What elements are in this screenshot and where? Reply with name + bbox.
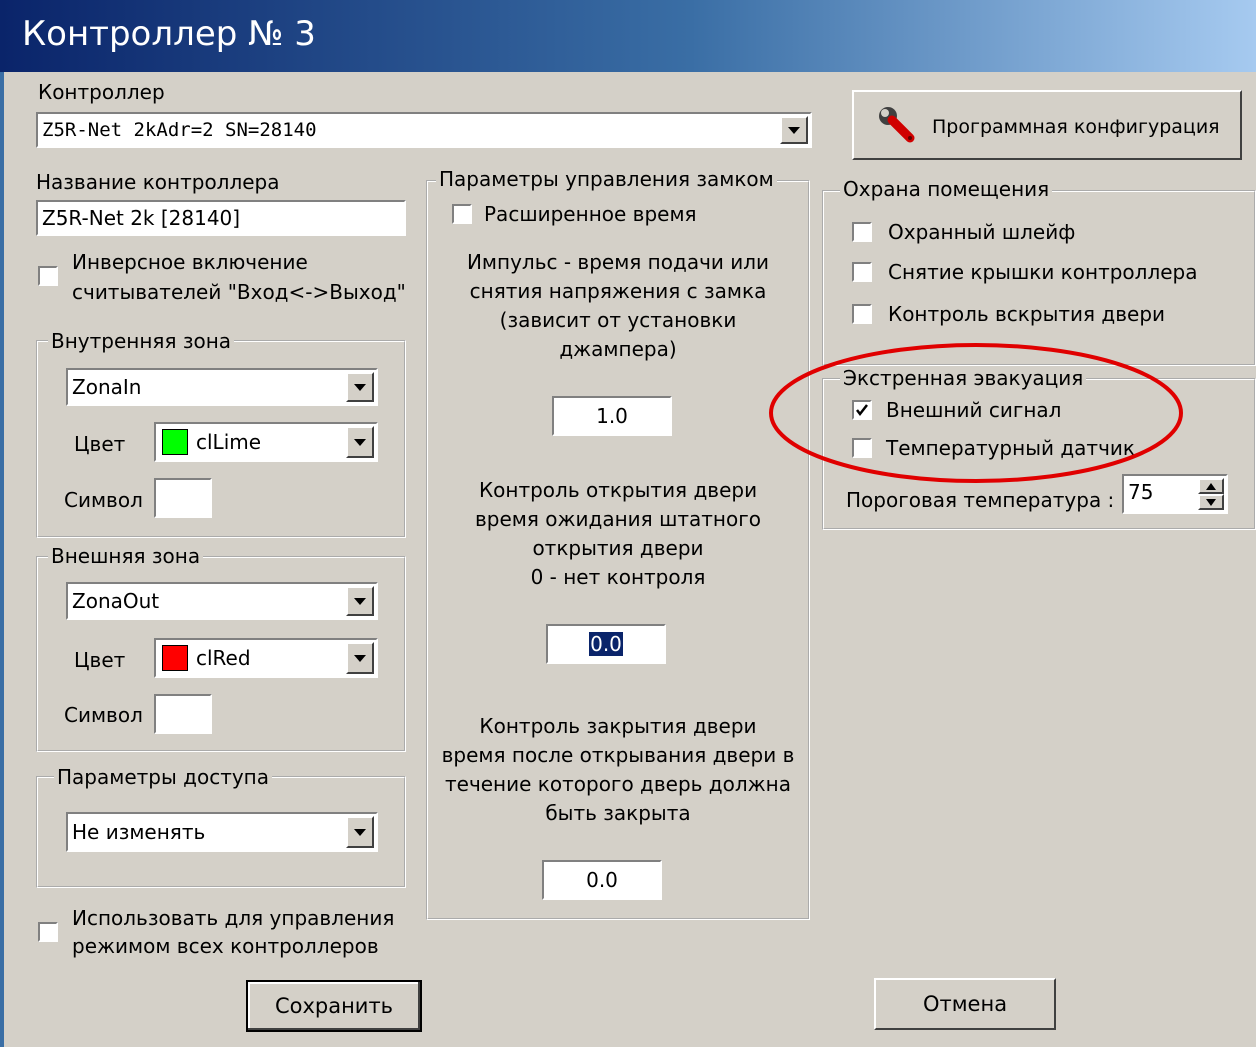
text-line: время после открывания двери в — [441, 743, 795, 767]
inner-color-select[interactable]: clLime — [154, 422, 378, 462]
spinner-buttons[interactable] — [1198, 478, 1224, 510]
inner-zone-value: ZonaIn — [72, 375, 142, 399]
annotation-ellipse — [769, 343, 1183, 483]
chevron-down-icon[interactable] — [346, 586, 374, 616]
text-line: (зависит от установки — [499, 308, 737, 332]
cancel-button-label: Отмена — [922, 992, 1008, 1016]
threshold-label: Пороговая температура : — [846, 488, 1115, 512]
open-control-input[interactable]: 0.0 — [546, 624, 666, 664]
chevron-down-icon[interactable] — [346, 816, 374, 848]
spinner-down-button[interactable] — [1198, 494, 1224, 510]
text-line: течение которого дверь должна — [444, 772, 791, 796]
controller-name-label: Название контроллера — [36, 170, 280, 194]
arrow-up-icon — [1206, 483, 1216, 490]
arrow-down-icon — [1206, 499, 1216, 506]
outer-zone-select[interactable]: ZonaOut — [66, 582, 378, 620]
extended-time-label: Расширенное время — [484, 202, 697, 226]
outer-zone-title: Внешняя зона — [48, 544, 204, 568]
controller-label: Контроллер — [38, 80, 165, 104]
inner-color-value: clLime — [196, 430, 262, 454]
close-control-description: Контроль закрытия двери время после откр… — [430, 712, 806, 828]
use-for-all-line2: режимом всех контроллеров — [72, 934, 379, 958]
pulse-value: 1.0 — [596, 404, 628, 428]
save-button-label: Сохранить — [274, 994, 394, 1018]
text-line: Контроль закрытия двери — [479, 714, 757, 738]
pulse-description: Импульс - время подачи или снятия напряж… — [430, 248, 806, 364]
outer-symbol-label: Символ — [64, 703, 143, 727]
text-line: Импульс - время подачи или — [466, 250, 770, 274]
inner-zone-title: Внутренняя зона — [48, 329, 235, 353]
inverse-readers-line1: Инверсное включение — [72, 250, 308, 274]
cancel-button[interactable]: Отмена — [874, 978, 1056, 1030]
open-control-value: 0.0 — [589, 632, 623, 656]
security-loop-checkbox[interactable] — [852, 222, 872, 242]
text-line: 0 - нет контроля — [530, 565, 706, 589]
program-config-button[interactable]: Программная конфигурация — [852, 90, 1242, 160]
text-line: быть закрыта — [545, 801, 691, 825]
cover-removal-checkbox[interactable] — [852, 262, 872, 282]
text-line: время ожидания штатного — [475, 507, 761, 531]
close-control-value: 0.0 — [586, 868, 618, 892]
color-swatch — [162, 429, 188, 455]
outer-color-label: Цвет — [74, 648, 126, 672]
text-line: снятия напряжения с замка — [469, 279, 767, 303]
access-title: Параметры доступа — [54, 765, 273, 789]
pulse-input[interactable]: 1.0 — [552, 396, 672, 436]
security-loop-label: Охранный шлейф — [888, 220, 1076, 244]
color-swatch — [162, 645, 188, 671]
door-break-checkbox[interactable] — [852, 304, 872, 324]
access-select[interactable]: Не изменять — [66, 812, 378, 852]
window-frame — [0, 72, 4, 1047]
text-line: джампера) — [559, 337, 677, 361]
inverse-readers-line2: считывателей "Вход<->Выход" — [72, 280, 406, 304]
chevron-down-icon[interactable] — [346, 426, 374, 458]
inner-symbol-label: Символ — [64, 488, 143, 512]
access-value: Не изменять — [72, 820, 206, 844]
security-title: Охрана помещения — [840, 177, 1053, 201]
close-control-input[interactable]: 0.0 — [542, 860, 662, 900]
save-button[interactable]: Сохранить — [246, 980, 422, 1032]
outer-zone-value: ZonaOut — [72, 589, 160, 613]
use-for-all-line1: Использовать для управления — [72, 906, 395, 930]
outer-color-value: clRed — [196, 646, 251, 670]
chevron-down-icon[interactable] — [780, 116, 808, 144]
open-control-value-wrap: 0.0 — [548, 632, 664, 656]
text-line: открытия двери — [532, 536, 704, 560]
open-control-description: Контроль открытия двери время ожидания ш… — [430, 476, 806, 592]
wrench-icon — [879, 107, 915, 143]
lock-title: Параметры управления замком — [436, 167, 777, 191]
text-line: Контроль открытия двери — [478, 478, 758, 502]
window-title: Контроллер № 3 — [22, 14, 316, 54]
inner-symbol-input[interactable] — [154, 478, 212, 518]
inverse-readers-checkbox[interactable] — [38, 266, 58, 286]
controller-name-value: Z5R-Net 2k [28140] — [42, 206, 241, 230]
use-for-all-checkbox[interactable] — [38, 922, 58, 942]
controller-select[interactable]: Z5R-Net 2kAdr=2 SN=28140 — [36, 112, 812, 148]
spinner-up-button[interactable] — [1198, 478, 1224, 494]
door-break-label: Контроль вскрытия двери — [888, 302, 1166, 326]
inner-zone-select[interactable]: ZonaIn — [66, 368, 378, 406]
cover-removal-label: Снятие крышки контроллера — [888, 260, 1198, 284]
program-config-label: Программная конфигурация — [932, 116, 1220, 138]
outer-symbol-input[interactable] — [154, 694, 212, 734]
outer-color-select[interactable]: clRed — [154, 638, 378, 678]
chevron-down-icon[interactable] — [346, 642, 374, 674]
controller-select-value: Z5R-Net 2kAdr=2 SN=28140 — [42, 119, 317, 141]
controller-name-input[interactable]: Z5R-Net 2k [28140] — [36, 200, 406, 236]
inner-color-label: Цвет — [74, 432, 126, 456]
chevron-down-icon[interactable] — [346, 372, 374, 402]
extended-time-checkbox[interactable] — [452, 204, 472, 224]
